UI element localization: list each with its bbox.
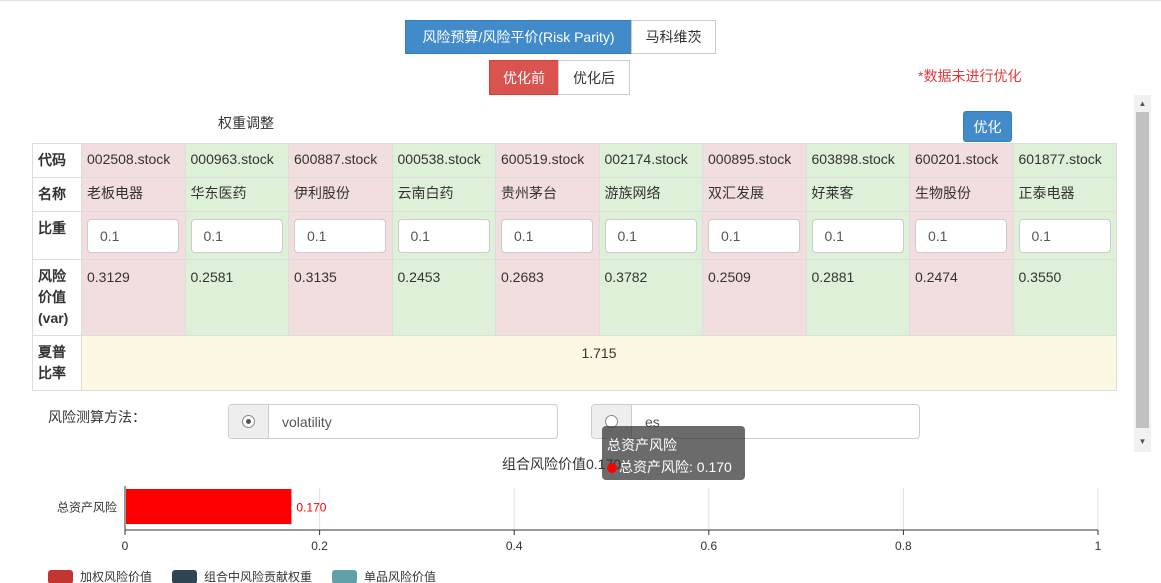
tooltip-line: 总资产风险: 0.170 xyxy=(619,459,732,475)
radio-label: volatility xyxy=(282,413,332,430)
cell-var: 0.2881 xyxy=(805,259,910,336)
legend-label: 单品风险价值 xyxy=(364,570,437,583)
scrollbar-thumb[interactable] xyxy=(1136,112,1149,428)
x-tick-label: 0.4 xyxy=(506,539,523,553)
legend-item[interactable]: 单品风险价值 xyxy=(332,568,436,583)
legend-label: 组合中风险贡献权重 xyxy=(204,570,313,583)
tab-after-optimization[interactable]: 优化后 xyxy=(558,60,630,95)
cell-var: 0.3550 xyxy=(1012,259,1117,336)
legend-item[interactable]: 加权风险价值 xyxy=(48,568,152,583)
weights-table: 代码 002508.stock 000963.stock 600887.stock 0… xyxy=(32,143,1117,391)
cell-weight: 0.1 xyxy=(909,211,1014,260)
cell-var: 0.3135 xyxy=(288,259,393,336)
legend-label: 加权风险价值 xyxy=(80,570,153,583)
row-header-weight: 比重 xyxy=(32,211,82,260)
optimize-button[interactable]: 优化 xyxy=(963,111,1012,142)
row-header-var: 风险价值(var) xyxy=(32,259,82,336)
row-header-code: 代码 xyxy=(32,143,82,178)
legend-swatch xyxy=(332,569,358,583)
bar-data-label: 0.170 xyxy=(296,501,326,515)
cell-var: 0.3782 xyxy=(598,259,703,336)
cell-name: 贵州茅台 xyxy=(495,177,600,212)
tooltip-title: 总资产风险 xyxy=(607,437,677,453)
cell-name: 生物股份 xyxy=(909,177,1014,212)
not-optimized-warning: *数据未进行优化 xyxy=(918,68,1022,84)
top-divider xyxy=(0,0,1161,3)
tab-before-optimization[interactable]: 优化前 xyxy=(489,60,559,95)
phase-tab-group: 优化前 优化后 xyxy=(489,60,630,95)
cell-code: 600519.stock xyxy=(495,143,600,178)
weight-input[interactable]: 0.1 xyxy=(294,219,386,253)
legend-item[interactable]: 组合中风险贡献权重 xyxy=(172,568,312,583)
x-tick-label: 1 xyxy=(1095,539,1102,553)
chart-tooltip: 总资产风险 总资产风险: 0.170 xyxy=(602,426,745,480)
weight-input[interactable]: 0.1 xyxy=(708,219,800,253)
y-category-label: 总资产风险 xyxy=(57,500,117,515)
weight-adjust-title: 权重调整 xyxy=(218,115,274,131)
cell-weight: 0.1 xyxy=(81,211,186,260)
tab-risk-parity[interactable]: 风险预算/风险平价(Risk Parity) xyxy=(405,20,632,54)
cell-weight: 0.1 xyxy=(495,211,600,260)
weight-input[interactable]: 0.1 xyxy=(811,219,904,253)
cell-name: 华东医药 xyxy=(184,177,289,212)
risk-bar-chart: 0 0.2 0.4 0.6 0.8 1 0.170 总资产风险 xyxy=(57,486,1102,553)
cell-name: 好莱客 xyxy=(805,177,910,212)
scroll-down-icon[interactable]: ▼ xyxy=(1134,434,1151,448)
cell-var: 0.2453 xyxy=(391,259,496,336)
weight-input[interactable]: 0.1 xyxy=(604,219,697,253)
cell-weight: 0.1 xyxy=(288,211,393,260)
method-tab-group: 风险预算/风险平价(Risk Parity) 马科维茨 xyxy=(405,20,716,54)
cell-weight: 0.1 xyxy=(1012,211,1117,260)
cell-name: 正泰电器 xyxy=(1012,177,1117,212)
row-header-name: 名称 xyxy=(32,177,82,212)
risk-method-volatility[interactable]: volatility xyxy=(228,404,558,439)
cell-var: 0.3129 xyxy=(81,259,186,336)
weight-input[interactable]: 0.1 xyxy=(1018,219,1111,253)
weight-input[interactable]: 0.1 xyxy=(397,219,490,253)
sharpe-value: 1.715 xyxy=(81,335,1117,391)
legend-swatch xyxy=(172,569,198,583)
weight-input[interactable]: 0.1 xyxy=(87,219,179,253)
cell-weight: 0.1 xyxy=(391,211,496,260)
cell-code: 000895.stock xyxy=(702,143,807,178)
cell-weight: 0.1 xyxy=(184,211,289,260)
weight-input[interactable]: 0.1 xyxy=(915,219,1007,253)
cell-name: 云南白药 xyxy=(391,177,496,212)
cell-code: 000963.stock xyxy=(184,143,289,178)
radio-addon[interactable] xyxy=(229,405,269,438)
cell-weight: 0.1 xyxy=(598,211,703,260)
chart-legend: 加权风险价值 组合中风险贡献权重 单品风险价值 xyxy=(48,568,456,583)
weight-input[interactable]: 0.1 xyxy=(190,219,283,253)
x-tick-label: 0.6 xyxy=(700,539,717,553)
x-tick-label: 0.8 xyxy=(895,539,912,553)
cell-code: 002508.stock xyxy=(81,143,186,178)
legend-swatch xyxy=(48,569,73,583)
row-header-sharpe: 夏普比率 xyxy=(32,335,82,391)
cell-weight: 0.1 xyxy=(702,211,807,260)
cell-var: 0.2509 xyxy=(702,259,807,336)
x-tick-label: 0.2 xyxy=(311,539,328,553)
risk-method-label: 风险测算方法： xyxy=(48,409,146,425)
cell-code: 603898.stock xyxy=(805,143,910,178)
cell-var: 0.2683 xyxy=(495,259,600,336)
weight-input[interactable]: 0.1 xyxy=(501,219,593,253)
cell-code: 000538.stock xyxy=(391,143,496,178)
cell-var: 0.2474 xyxy=(909,259,1014,336)
tab-markowitz[interactable]: 马科维茨 xyxy=(631,20,716,54)
cell-weight: 0.1 xyxy=(805,211,910,260)
scroll-up-icon[interactable]: ▲ xyxy=(1134,96,1151,110)
tooltip-marker-icon xyxy=(607,463,617,474)
cell-code: 601877.stock xyxy=(1012,143,1117,178)
cell-var: 0.2581 xyxy=(184,259,289,336)
x-tick-label: 0 xyxy=(122,539,129,553)
cell-name: 伊利股份 xyxy=(288,177,393,212)
cell-name: 老板电器 xyxy=(81,177,186,212)
cell-code: 002174.stock xyxy=(598,143,703,178)
cell-code: 600201.stock xyxy=(909,143,1014,178)
cell-name: 双汇发展 xyxy=(702,177,807,212)
cell-name: 游族网络 xyxy=(598,177,703,212)
cell-code: 600887.stock xyxy=(288,143,393,178)
bar xyxy=(126,489,292,524)
radio-selected-icon[interactable] xyxy=(242,415,255,428)
